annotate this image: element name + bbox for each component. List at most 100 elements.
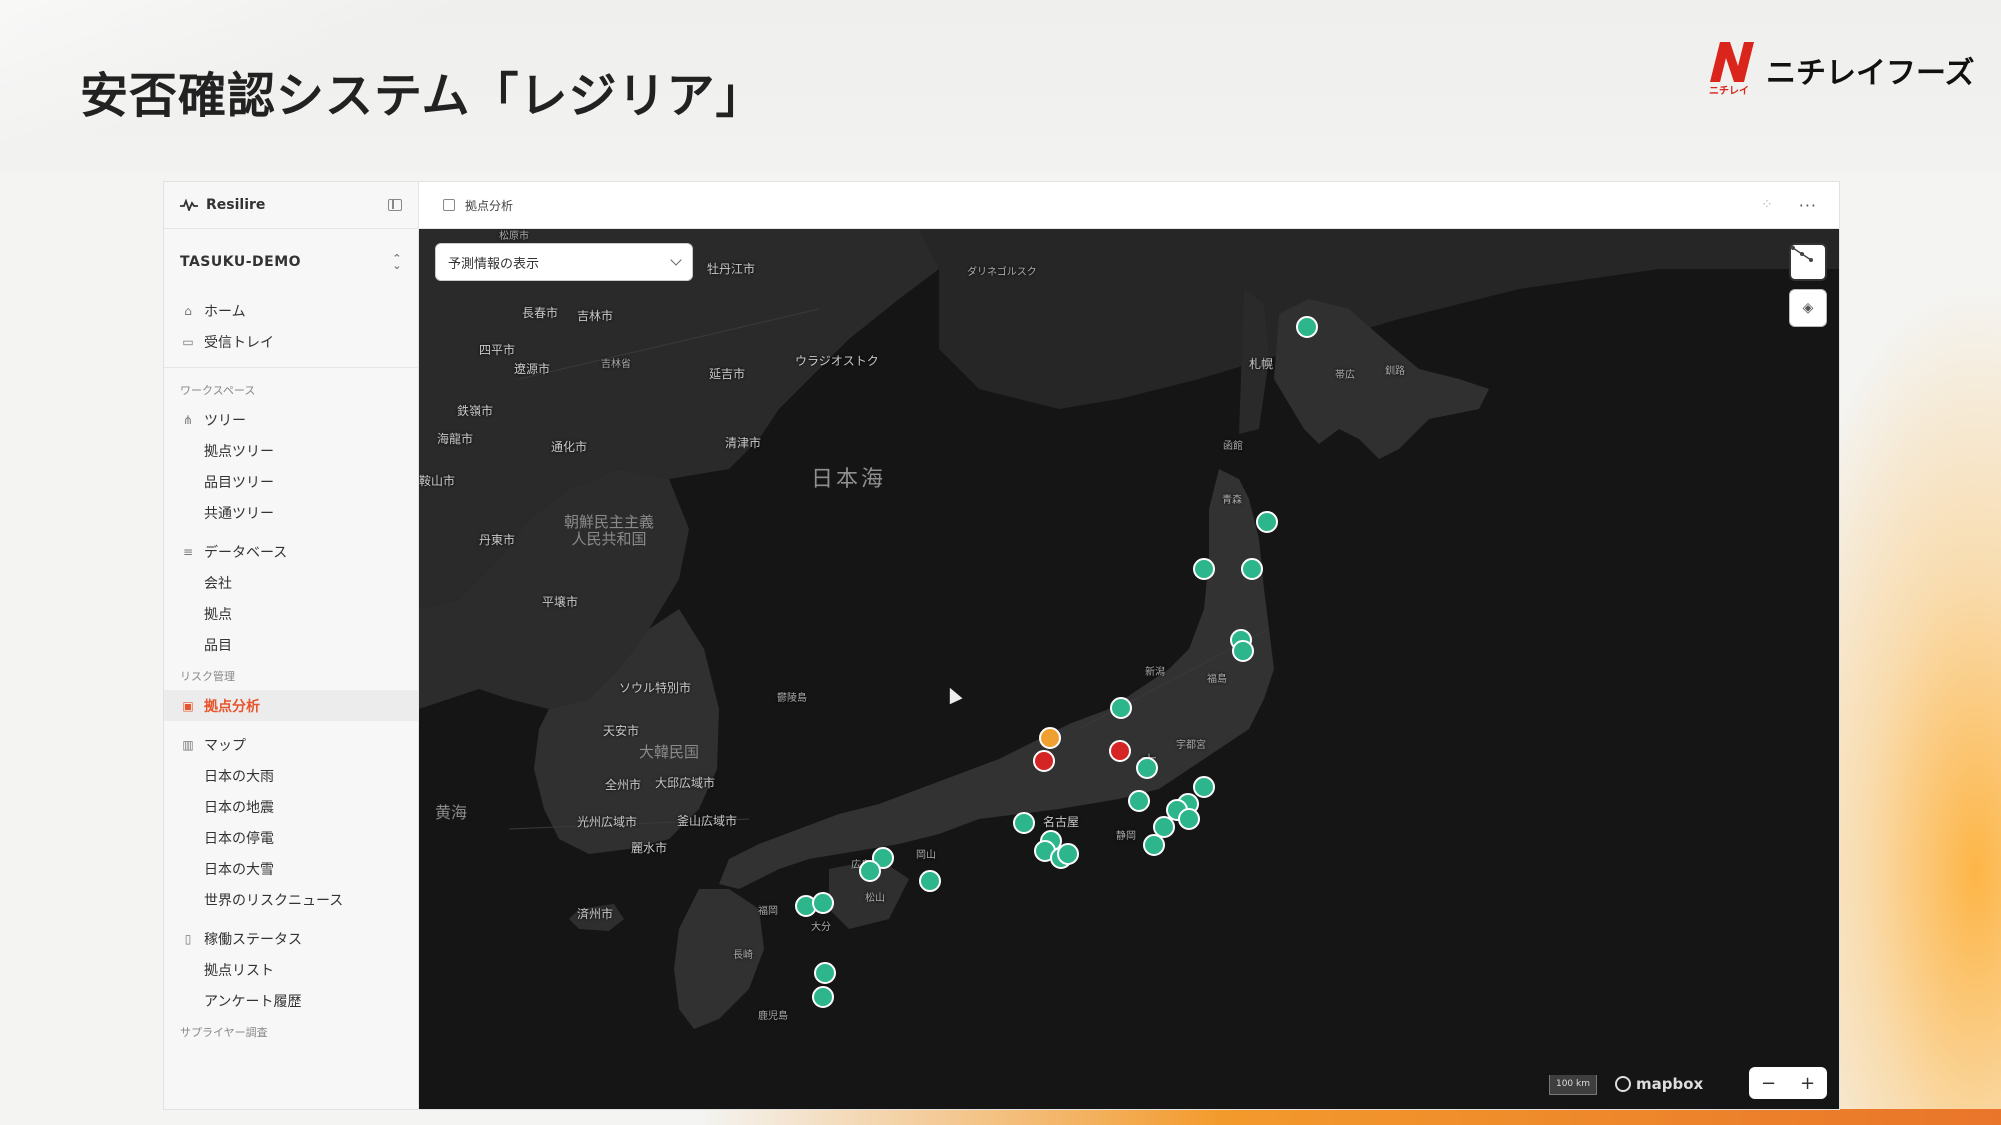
site-marker-normal[interactable] [812,892,834,914]
label-oita: 大分 [811,922,831,933]
nav-item[interactable]: 品目 [164,629,418,660]
label-tieling: 鉄嶺市 [457,404,494,418]
site-marker-normal[interactable] [859,860,881,882]
site-marker-normal[interactable] [1128,790,1150,812]
label-nagoya: 名古屋 [1043,815,1080,829]
label-seoul: ソウル特別市 [619,681,692,695]
zoom-control: − + [1749,1067,1827,1099]
site-marker-normal[interactable] [812,986,834,1008]
label-korea: 大韓民国 [639,743,700,761]
label-liaoyuan: 遼源市 [514,362,551,376]
site-marker-normal[interactable] [1232,640,1254,662]
nav-map-label: マップ [204,737,246,754]
brand-name: Resilire [206,197,266,213]
nav-home[interactable]: ⌂ ホーム [164,295,418,326]
nav-blackout[interactable]: 日本の停電 [164,822,418,853]
pulse-icon [180,199,198,211]
tab-bar: 拠点分析 ⁘ ··· [419,182,1839,229]
label-matsuyama: 松山 [865,893,885,904]
site-marker-normal[interactable] [814,962,836,984]
nav-earthquake[interactable]: 日本の地震 [164,791,418,822]
nav-site-tree[interactable]: 拠点ツリー [164,435,418,466]
nav-site-analysis[interactable]: ▣ 拠点分析 [164,690,418,721]
nav-operation-status-label: 稼働ステータス [204,931,302,948]
label-yeosu: 麗水市 [631,841,668,855]
nav-site-list[interactable]: 拠点リスト [164,954,418,985]
workspace-switcher[interactable]: TASUKU-DEMO ⌃ ⌄ [164,229,418,295]
forecast-dropdown[interactable]: 予測情報の表示 [435,243,693,281]
site-marker-normal[interactable] [1110,697,1132,719]
site-marker-normal[interactable] [1057,843,1079,865]
nav-heavy-snow[interactable]: 日本の大雪 [164,853,418,884]
site-marker-alert[interactable] [1109,740,1131,762]
nav-database-label: データベース [204,544,288,561]
layers-icon: ◈ [1802,300,1814,316]
mapbox-attribution[interactable]: mapbox [1615,1075,1703,1093]
label-siping: 四平市 [479,343,516,357]
nav-tree[interactable]: ⋔ ツリー [164,404,418,435]
label-fukuoka: 福岡 [758,906,778,917]
logo-small-text: ニチレイ [1709,86,1749,97]
nav-map[interactable]: ▥ マップ [164,729,418,760]
nav-survey-history[interactable]: アンケート履歴 [164,985,418,1016]
label-utsunomiya: 宇都宮 [1176,740,1206,751]
label-yellow-sea: 黄海 [435,803,468,822]
sidebar: Resilire TASUKU-DEMO ⌃ ⌄ ⌂ ホーム ▭ 受信トレイ ワー… [164,182,419,1109]
grid-icon[interactable]: ⁘ [1761,197,1773,213]
nav-item-tree[interactable]: 品目ツリー [164,466,418,497]
site-marker-normal[interactable] [1256,511,1278,533]
site-marker-normal[interactable] [1296,316,1318,338]
site-marker-alert[interactable] [1033,750,1055,772]
label-daegu: 大邱広域市 [655,776,716,790]
nav-operation-status[interactable]: ▯ 稼働ステータス [164,923,418,954]
nav-site[interactable]: 拠点 [164,598,418,629]
label-anshan: 鞍山市 [419,474,456,488]
label-busan: 釜山広域市 [677,814,738,828]
site-marker-normal[interactable] [1241,558,1263,580]
label-qingjin: 清津市 [725,436,762,450]
label-nagasaki: 長崎 [733,950,753,961]
nav-database[interactable]: ≡ データベース [164,536,418,567]
nav-world-risk-news[interactable]: 世界のリスクニュース [164,884,418,915]
label-tonghua: 通化市 [551,440,588,454]
site-marker-normal[interactable] [1013,812,1035,834]
label-songyuan: 松原市 [499,231,529,242]
nav-company[interactable]: 会社 [164,567,418,598]
site-marker-normal[interactable] [1193,776,1215,798]
map-view[interactable]: 日本海 黄海 大韓民国 朝鮮民主主義 人民共和国 ソウル特別市 平壌市 釜山広域… [419,229,1839,1109]
site-marker-normal[interactable] [1143,834,1165,856]
layers-button[interactable]: ◈ [1789,289,1827,327]
workspace-name: TASUKU-DEMO [180,254,302,270]
label-jilin: 吉林市 [577,309,614,323]
map-icon: ▥ [182,737,194,752]
slide-title: 安否確認システム「レジリア」 [80,68,765,124]
label-dandong: 丹東市 [479,533,516,547]
nav-site-analysis-label: 拠点分析 [204,698,260,715]
section-workspace: ワークスペース [180,384,256,397]
map-scale: 100 km [1549,1075,1597,1095]
nav-common-tree[interactable]: 共通ツリー [164,497,418,528]
site-marker-normal[interactable] [1178,808,1200,830]
sidebar-toggle-icon[interactable] [388,199,402,211]
site-marker-normal[interactable] [919,870,941,892]
more-icon[interactable]: ··· [1799,196,1817,215]
site-marker-warning[interactable] [1039,727,1061,749]
site-marker-normal[interactable] [1193,558,1215,580]
nav-heavy-rain[interactable]: 日本の大雨 [164,760,418,791]
nav-inbox-label: 受信トレイ [204,334,274,351]
label-vladivostok: ウラジオストク [795,354,879,368]
site-marker-normal[interactable] [1136,757,1158,779]
label-cheonan: 天安市 [603,724,640,738]
nav-inbox[interactable]: ▭ 受信トレイ [164,326,418,357]
clipboard-icon: ▯ [184,931,192,946]
zoom-out-button[interactable]: − [1761,1073,1776,1094]
label-jilin-prov: 吉林省 [601,359,631,370]
analysis-tab-icon [443,199,455,211]
database-icon: ≡ [182,544,194,559]
tab-title[interactable]: 拠点分析 [465,197,513,214]
label-niigata: 新潟 [1145,667,1165,678]
label-obihiro: 帯広 [1335,370,1355,381]
style-toggle-button[interactable] [1789,243,1827,281]
map-basemap [419,229,1839,1029]
zoom-in-button[interactable]: + [1800,1073,1815,1094]
